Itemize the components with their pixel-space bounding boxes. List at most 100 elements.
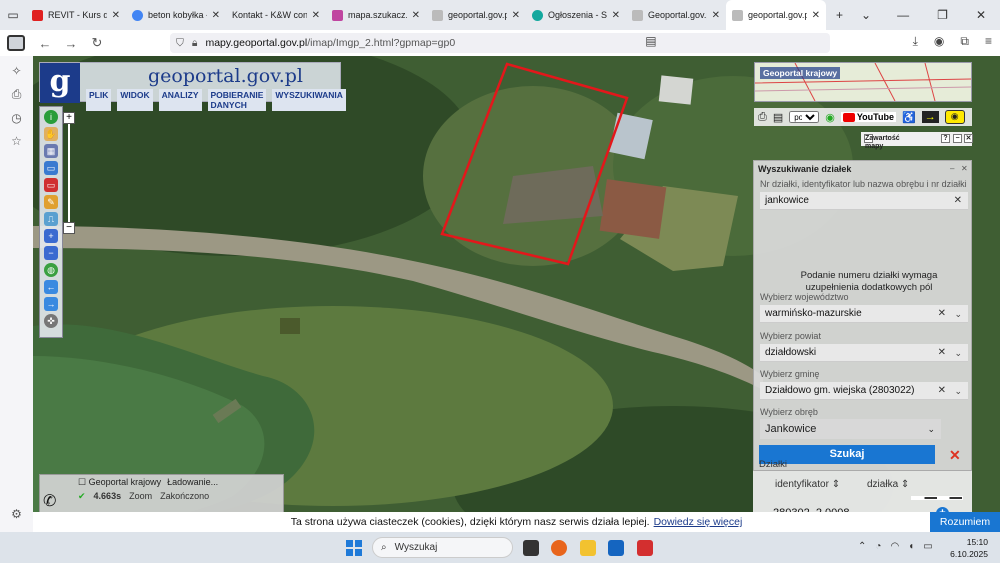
close-box-icon[interactable]: ✕	[964, 134, 973, 143]
file-explorer-icon[interactable]	[580, 540, 596, 556]
wheelchair-icon[interactable]: ♿	[902, 111, 916, 124]
youtube-link[interactable]: YouTube	[840, 112, 896, 122]
close-icon[interactable]: ✕	[612, 10, 620, 21]
language-select[interactable]: pol	[789, 111, 820, 123]
minimize-icon[interactable]: —	[897, 8, 909, 22]
pan-hand-icon[interactable]: ✋	[44, 127, 58, 141]
zoom-slider[interactable]: + −	[63, 112, 75, 234]
battery-icon[interactable]: ▭	[923, 541, 932, 552]
wifi-icon[interactable]: ◠	[890, 541, 899, 552]
accept-cookies-button[interactable]: Rozumiem	[930, 512, 1000, 532]
browser-tab[interactable]: Ogłoszenia - Sprz✕	[526, 0, 626, 30]
map-canvas[interactable]: g geoportal.gov.pl PLIK WIDOK ANALIZY PO…	[33, 56, 1000, 532]
close-window-icon[interactable]: ✕	[976, 8, 986, 22]
close-icon[interactable]: ✕	[812, 10, 820, 21]
chevron-down-icon[interactable]: ⌄	[861, 8, 871, 22]
precinct-select[interactable]: Jankowice ⌄	[760, 419, 941, 439]
select-red-icon[interactable]: ▭	[44, 178, 58, 192]
eye-icon[interactable]: ◉	[944, 110, 965, 124]
browser-tab[interactable]: beton kobyłka - Sz✕	[126, 0, 226, 30]
chevron-down-icon[interactable]: ⌄	[927, 419, 935, 439]
zoom-plus-icon[interactable]: +	[63, 112, 75, 124]
county-select[interactable]: działdowski ✕ ⌄	[760, 344, 968, 362]
column-header-id[interactable]: identyfikator ⇕	[775, 479, 840, 490]
browser-tab[interactable]: Geoportal.gov.pl -✕	[626, 0, 726, 30]
reader-view-icon[interactable]: ▤	[645, 34, 656, 49]
clear-icon[interactable]: ✕	[938, 344, 946, 362]
forward-icon[interactable]: →	[58, 36, 84, 51]
cancel-icon[interactable]: ✕	[949, 447, 961, 464]
close-icon[interactable]: ✕	[961, 165, 970, 174]
draw-pencil-icon[interactable]: ✎	[44, 195, 58, 209]
tab-list-icon[interactable]: ▭	[0, 0, 26, 30]
zoom-out-icon[interactable]: −	[44, 246, 58, 260]
download-icon[interactable]: ⤓	[913, 34, 918, 49]
zoom-minus-icon[interactable]: −	[63, 222, 75, 234]
chevron-down-icon[interactable]: ⌄	[954, 344, 962, 362]
history-icon[interactable]: ◷	[11, 111, 21, 125]
layers-icon[interactable]: ▦	[44, 144, 58, 158]
arrow-left-icon[interactable]: ←	[44, 280, 58, 294]
chevron-down-icon[interactable]: ⌄	[954, 382, 962, 400]
back-icon[interactable]: ←	[32, 36, 58, 51]
chevron-down-icon[interactable]: ⌄	[954, 305, 962, 323]
menu-item-widok[interactable]: WIDOK	[117, 89, 153, 111]
learn-more-link[interactable]: Dowiedz się więcej	[654, 516, 743, 528]
browser-tab[interactable]: REVIT - Kurs doma✕	[26, 0, 126, 30]
clock[interactable]: 15:10 6.10.2025	[950, 536, 988, 560]
close-icon[interactable]: ✕	[512, 10, 520, 21]
close-icon[interactable]: ✕	[412, 10, 420, 21]
menu-item-wyszukiwania[interactable]: WYSZUKIWANIA	[272, 89, 346, 111]
print-icon[interactable]: ⎙	[758, 111, 767, 124]
clear-icon[interactable]: ✕	[938, 305, 946, 323]
menu-icon[interactable]: ≡	[985, 34, 992, 49]
browser-tab[interactable]: geoportal.gov.pl ✕	[426, 0, 526, 30]
windows-start-icon[interactable]	[346, 540, 362, 556]
outlook-icon[interactable]	[608, 540, 624, 556]
minimize-icon[interactable]: –	[950, 165, 959, 174]
clear-icon[interactable]: ✕	[938, 382, 946, 400]
geoportal-logo[interactable]: g	[40, 63, 80, 103]
taskbar-search[interactable]: ⌕ Wyszukaj	[372, 537, 513, 558]
voivodeship-select[interactable]: warmińsko-mazurskie ✕ ⌄	[760, 305, 968, 323]
arrow-right-icon[interactable]: →	[44, 297, 58, 311]
reload-icon[interactable]: ↻	[84, 35, 110, 51]
acrobat-icon[interactable]	[637, 540, 653, 556]
task-view-icon[interactable]	[523, 540, 539, 556]
column-header-parcel[interactable]: działka ⇕	[867, 479, 909, 490]
close-icon[interactable]: ✕	[712, 10, 720, 21]
minimize-box-icon[interactable]: −	[953, 134, 962, 143]
commune-select[interactable]: Działdowo gm. wiejska (2803022) ✕ ⌄	[760, 382, 968, 400]
settings-icon[interactable]: ⚙	[11, 507, 22, 521]
compass-icon[interactable]: ✜	[44, 314, 58, 328]
browser-tab[interactable]: Kontakt - K&W constr✕	[226, 0, 326, 30]
firefox-icon[interactable]	[551, 540, 567, 556]
chevron-up-icon[interactable]: ⌃	[858, 541, 866, 552]
phone-icon[interactable]: ✆	[43, 491, 56, 511]
sidebar-toggle-icon[interactable]	[0, 30, 32, 56]
bookmarks-icon[interactable]: ☆	[11, 134, 22, 148]
menu-item-analizy[interactable]: ANALIZY	[158, 89, 202, 111]
menu-item-pobieranie[interactable]: POBIERANIE DANYCH	[207, 89, 267, 111]
synced-tabs-icon[interactable]: ⎙	[12, 87, 22, 102]
map-content-bar[interactable]: Zawartość mapy ? − ✕	[861, 132, 973, 150]
browser-tab[interactable]: mapa.szukacz.pl -✕	[326, 0, 426, 30]
restore-icon[interactable]: ❐	[937, 8, 948, 22]
menu-item-plik[interactable]: PLIK	[86, 89, 112, 111]
close-icon[interactable]: ✕	[312, 10, 320, 21]
ai-chat-icon[interactable]: ✧	[11, 64, 21, 78]
close-icon[interactable]: ✕	[112, 10, 120, 21]
extensions-icon[interactable]: ⧉	[960, 34, 969, 49]
parcel-query-input[interactable]: jankowice ✕	[760, 192, 968, 210]
measure-icon[interactable]: ⎍	[44, 212, 58, 226]
new-tab-icon[interactable]: +	[836, 8, 843, 22]
info-icon[interactable]: i	[44, 110, 58, 124]
help-box-icon[interactable]: ?	[941, 134, 950, 143]
arrow-icon[interactable]: →	[921, 111, 939, 123]
clear-icon[interactable]: ✕	[954, 192, 962, 210]
browser-tab-active[interactable]: geoportal.gov.pl ✕	[726, 0, 826, 30]
network-icon[interactable]: ◔	[875, 541, 881, 552]
save-icon[interactable]: ▤	[773, 111, 783, 124]
overview-minimap[interactable]: Geoportal krajowy	[754, 62, 972, 102]
volume-icon[interactable]: ◖	[908, 541, 914, 552]
